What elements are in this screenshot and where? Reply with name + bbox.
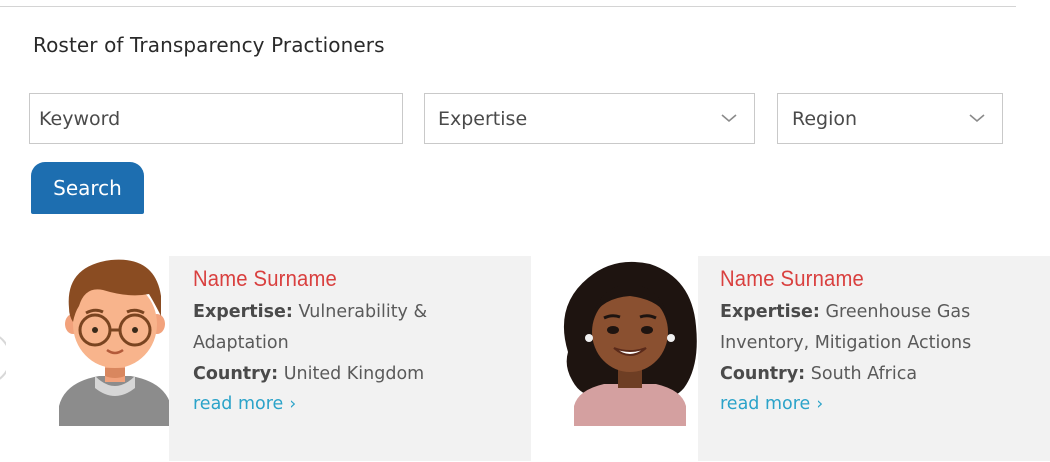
top-divider [0, 6, 1016, 7]
expertise-label: Expertise: [193, 302, 293, 322]
country-label: Country: [720, 364, 806, 384]
practitioner-name[interactable]: Name Surname [720, 266, 1024, 292]
region-select[interactable]: Region [777, 93, 1003, 144]
practitioner-card: Name Surname Expertise: Greenhouse Gas I… [560, 256, 1050, 461]
expertise-line: Expertise: Greenhouse Gas [720, 297, 1050, 328]
chevron-down-icon [969, 114, 985, 123]
expertise-select[interactable]: Expertise [424, 93, 755, 144]
expertise-value: Vulnerability & [292, 302, 428, 322]
keyword-input[interactable] [39, 107, 402, 130]
read-more-label: read more [720, 394, 811, 414]
practitioner-name[interactable]: Name Surname [193, 266, 504, 292]
read-more-link[interactable]: read more › [720, 394, 823, 414]
decorative-arc [0, 336, 6, 380]
read-more-link[interactable]: read more › [193, 394, 296, 414]
chevron-right-icon: › [289, 394, 297, 414]
keyword-field[interactable] [29, 93, 403, 144]
expertise-label: Expertise: [720, 302, 820, 322]
country-line: Country: United Kingdom [193, 359, 531, 390]
search-button[interactable]: Search [31, 162, 144, 214]
read-more-label: read more [193, 394, 284, 414]
expertise-line-2: Adaptation [193, 333, 289, 353]
chevron-down-icon [721, 114, 737, 123]
chevron-right-icon: › [816, 394, 824, 414]
expertise-line-2: Inventory, Mitigation Actions [720, 333, 972, 353]
region-select-label: Region [792, 107, 858, 130]
expertise-value: Greenhouse Gas [819, 302, 971, 322]
country-line: Country: South Africa [720, 359, 1050, 390]
country-value: United Kingdom [278, 364, 425, 384]
expertise-line: Expertise: Vulnerability & [193, 297, 531, 328]
page-title: Roster of Transparency Practioners [33, 33, 385, 57]
card-info: Name Surname Expertise: Vulnerability & … [169, 256, 531, 461]
expertise-select-label: Expertise [438, 107, 528, 130]
card-info: Name Surname Expertise: Greenhouse Gas I… [698, 256, 1050, 461]
avatar [563, 261, 697, 426]
practitioner-card: Name Surname Expertise: Vulnerability & … [59, 256, 531, 461]
country-label: Country: [193, 364, 279, 384]
avatar [59, 259, 171, 426]
country-value: South Africa [805, 364, 918, 384]
